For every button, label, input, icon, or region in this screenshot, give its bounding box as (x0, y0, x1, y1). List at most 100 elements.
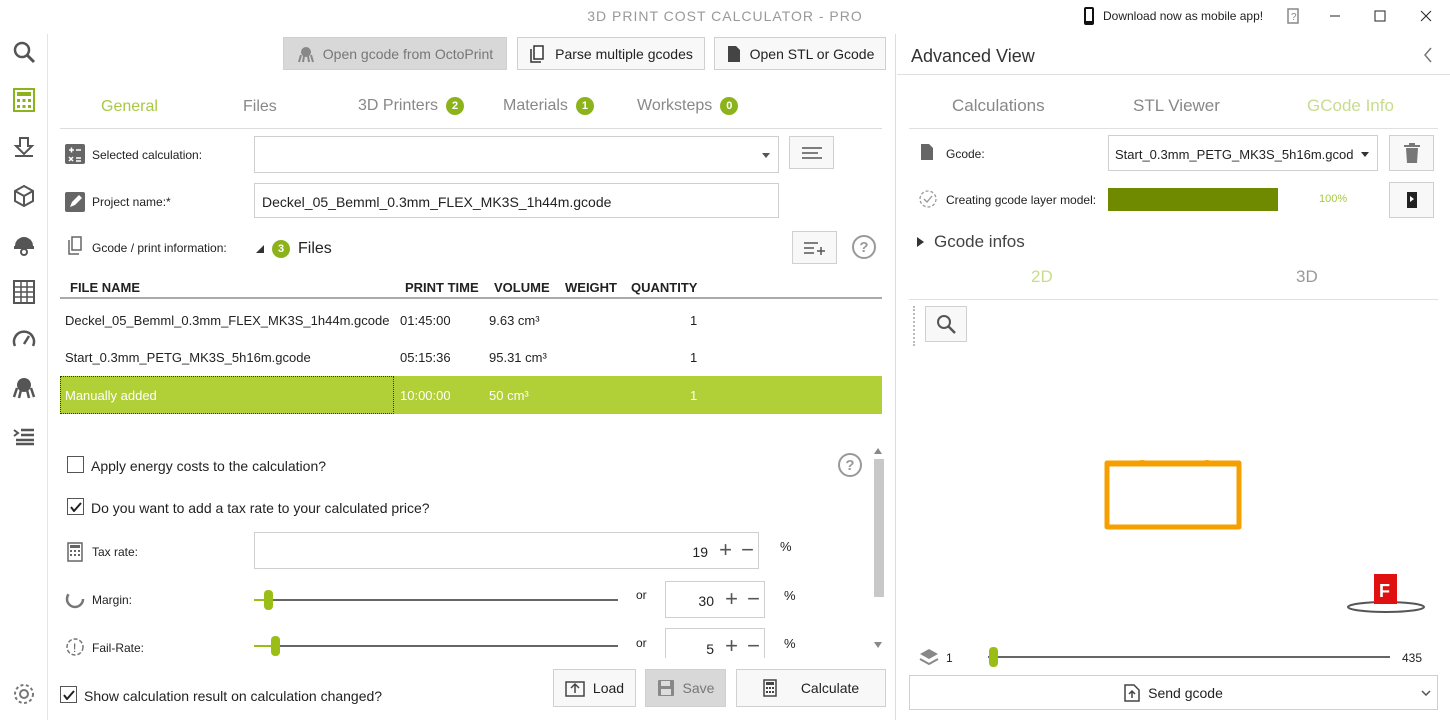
delete-button[interactable] (1389, 135, 1434, 171)
tab-general[interactable]: General (101, 98, 158, 116)
chevron-down-icon (1361, 152, 1369, 157)
open-file-button[interactable]: Open STL or Gcode (714, 37, 886, 70)
minimize-button[interactable] (1325, 6, 1345, 26)
open-octoprint-button[interactable]: Open gcode from OctoPrint (283, 37, 507, 70)
tax-percent: % (780, 539, 792, 554)
import-icon[interactable] (10, 134, 38, 162)
tax-rate-input[interactable]: 19 + − (254, 532, 759, 569)
calc-list-button[interactable] (789, 136, 834, 169)
save-button[interactable]: Save (645, 669, 726, 707)
tab-3d-printers[interactable]: 3D Printers 2 (358, 97, 465, 115)
speedometer-icon[interactable] (10, 326, 38, 354)
spreadsheet-icon[interactable] (10, 278, 38, 306)
gcode-infos-expander[interactable]: Gcode infos (917, 232, 1025, 252)
margin-slider[interactable] (254, 590, 618, 610)
scrollbar-thumb[interactable] (874, 459, 884, 597)
gear-icon[interactable] (10, 680, 38, 708)
zoom-button[interactable] (925, 306, 967, 342)
margin-label: Margin: (92, 593, 133, 607)
chevron-down-icon[interactable] (1421, 690, 1431, 696)
send-gcode-button[interactable]: Send gcode (909, 675, 1438, 710)
fail-rate-label: Fail-Rate: (92, 641, 145, 655)
files-label: Files (298, 240, 332, 257)
octoprint-label: Open gcode from OctoPrint (322, 45, 494, 62)
minus-button[interactable]: − (741, 539, 754, 561)
show-result-checkbox[interactable] (60, 686, 77, 703)
list-icon[interactable] (10, 422, 38, 450)
layer-model-label: Creating gcode layer model: (946, 193, 1097, 207)
tab-divider (60, 128, 882, 129)
project-name-label: Project name:* (92, 195, 171, 209)
energy-checkbox[interactable] (67, 456, 84, 473)
tab-files[interactable]: Files (243, 98, 277, 116)
octopus-icon[interactable] (10, 374, 38, 402)
phone-icon (1084, 7, 1094, 25)
printers-badge: 2 (446, 97, 465, 115)
col-weight: WEIGHT (565, 280, 617, 295)
expand-right-icon (917, 237, 924, 247)
gcode-select[interactable]: Start_0.3mm_PETG_MK3S_5h16m.gcod (1108, 135, 1378, 171)
plus-button[interactable]: + (719, 539, 732, 561)
help-question-icon[interactable]: ? (852, 235, 876, 259)
col-file-name: FILE NAME (70, 280, 141, 295)
layer-progress-bar (1108, 188, 1278, 211)
plus-button[interactable]: + (725, 588, 738, 610)
tab-calculations[interactable]: Calculations (952, 96, 1045, 116)
tab-stl-viewer[interactable]: STL Viewer (1133, 96, 1220, 116)
tab-3d[interactable]: 3D (1296, 267, 1318, 287)
selected-calc-dropdown[interactable] (254, 136, 779, 173)
search-icon[interactable] (10, 38, 38, 66)
calculator-icon[interactable] (10, 86, 38, 114)
fail-rate-slider[interactable] (254, 636, 618, 656)
col-volume: VOLUME (494, 280, 550, 295)
tax-checkbox[interactable] (67, 498, 84, 515)
minus-button[interactable]: − (747, 635, 760, 657)
files-count-badge: 3 (272, 240, 290, 258)
tab-2d[interactable]: 2D (1031, 267, 1053, 287)
search-icon (937, 315, 956, 334)
tab-gcode-info[interactable]: GCode Info (1307, 96, 1394, 116)
minus-button[interactable]: − (747, 588, 760, 610)
table-row[interactable]: Deckel_05_Bemml_0.3mm_FLEX_MK3S_1h44m.gc… (60, 303, 882, 337)
table-header-line (60, 297, 882, 299)
add-file-button[interactable] (792, 231, 837, 264)
close-button[interactable] (1416, 6, 1436, 26)
parse-label: Parse multiple gcodes (555, 45, 693, 62)
fail-rate-input[interactable]: 5 + − (665, 628, 765, 658)
fail-percent: % (784, 636, 796, 651)
files-expander[interactable]: 3 Files (256, 240, 332, 258)
scroll-up-icon[interactable] (874, 448, 882, 458)
table-row[interactable]: Start_0.3mm_PETG_MK3S_5h16m.gcode 05:15:… (60, 340, 882, 374)
plus-button[interactable]: + (725, 635, 738, 657)
maximize-button[interactable] (1370, 6, 1390, 26)
table-row-selected[interactable]: Manually added 10:00:00 50 cm³ 1 (60, 376, 882, 414)
tax-rate-label: Tax rate: (92, 545, 139, 559)
svg-text:?: ? (1291, 12, 1297, 23)
fail-or: or (636, 636, 647, 650)
documents-icon (67, 236, 85, 256)
file-icon (727, 45, 740, 62)
progress-text: 100% (1319, 193, 1348, 205)
gcode-book-button[interactable] (1389, 182, 1434, 218)
calculator-small-icon (65, 144, 85, 164)
tab-materials[interactable]: Materials 1 (503, 97, 594, 115)
margin-percent: % (784, 588, 796, 603)
collapse-chevron-icon[interactable] (1423, 47, 1433, 63)
help-book-icon[interactable]: ? (1283, 6, 1303, 26)
options-help-icon[interactable]: ? (838, 453, 862, 477)
margin-input[interactable]: 30 + − (665, 581, 765, 618)
layer-slider[interactable] (988, 647, 1390, 667)
project-name-input[interactable]: Deckel_05_Bemml_0.3mm_FLEX_MK3S_1h44m.gc… (254, 183, 779, 218)
advanced-tab-line (909, 128, 1438, 129)
cube-icon[interactable] (10, 182, 38, 210)
octopus-icon (297, 46, 314, 62)
tab-worksteps[interactable]: Worksteps 0 (637, 97, 739, 115)
mobile-app-link[interactable]: Download now as mobile app! (1083, 6, 1263, 26)
advanced-header-line (897, 74, 1450, 75)
calculate-button[interactable]: Calculate (736, 669, 886, 707)
worker-helmet-icon[interactable] (10, 230, 38, 258)
expand-triangle-icon (256, 245, 264, 253)
parse-multiple-button[interactable]: Parse multiple gcodes (517, 37, 705, 70)
load-button[interactable]: Load (553, 669, 636, 707)
scroll-down-icon[interactable] (874, 642, 882, 650)
